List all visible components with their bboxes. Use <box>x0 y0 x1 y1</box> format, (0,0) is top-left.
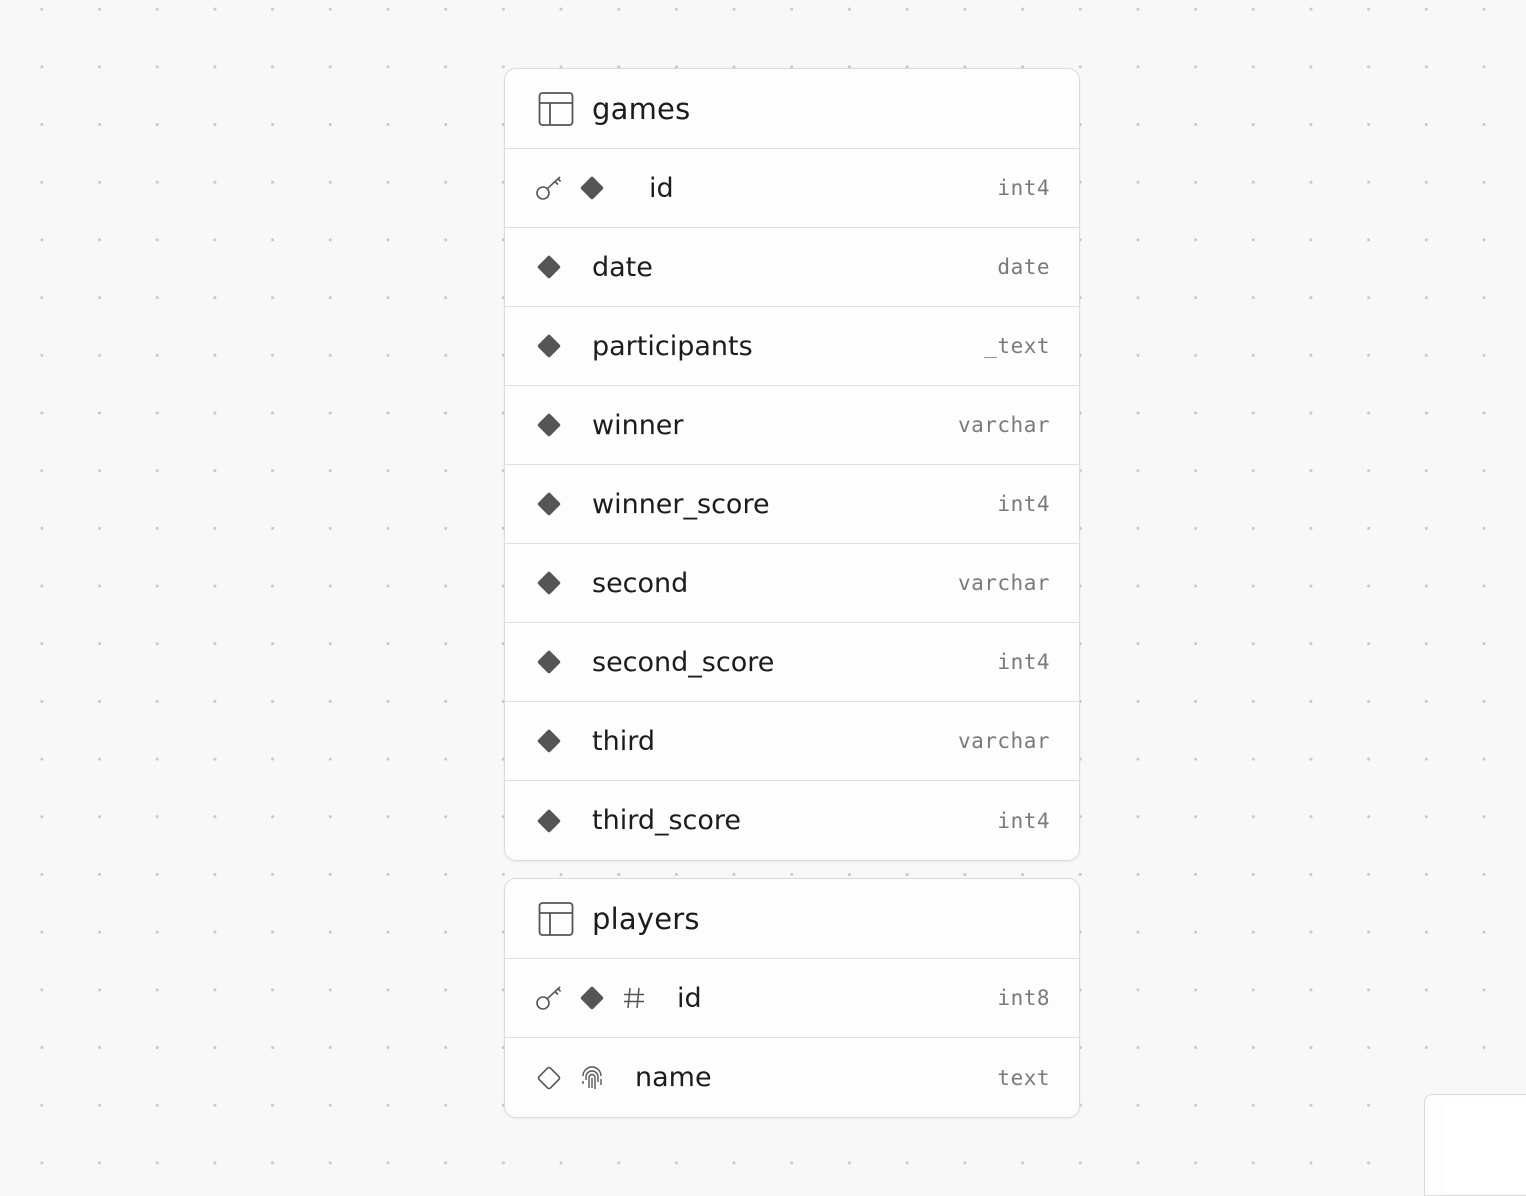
column-type: int8 <box>997 986 1050 1010</box>
table-header-games[interactable]: games <box>505 69 1079 149</box>
key-icon <box>536 986 562 1010</box>
fingerprint-icon <box>582 1065 602 1089</box>
table-name: players <box>592 901 700 936</box>
minimap-panel[interactable] <box>1424 1094 1526 1196</box>
column-name: winner <box>592 409 684 441</box>
column-type: date <box>997 255 1050 279</box>
column-type: varchar <box>957 413 1050 437</box>
table-card-games[interactable]: games id int4 date date participants _te… <box>504 68 1080 861</box>
filled-diamond-icon <box>537 413 561 437</box>
column-row-second-score[interactable]: second_score int4 <box>505 623 1079 702</box>
column-type: int4 <box>997 650 1050 674</box>
column-name: second <box>592 567 689 599</box>
column-type: _text <box>984 334 1050 358</box>
column-type: int4 <box>997 492 1050 516</box>
column-row-id[interactable]: id int8 <box>505 959 1079 1038</box>
table-header-players[interactable]: players <box>505 879 1079 959</box>
column-type: int4 <box>997 808 1050 833</box>
outline-diamond-icon <box>537 1066 561 1089</box>
column-row-winner[interactable]: winner varchar <box>505 386 1079 465</box>
column-name: participants <box>592 330 753 362</box>
column-type: varchar <box>957 729 1050 753</box>
column-type: int4 <box>997 176 1050 200</box>
column-row-id[interactable]: id int4 <box>505 149 1079 228</box>
filled-diamond-icon <box>537 729 561 753</box>
column-name: third <box>592 725 655 757</box>
filled-diamond-icon <box>580 176 604 200</box>
filled-diamond-icon <box>537 650 561 674</box>
filled-diamond-icon <box>537 571 561 595</box>
minimap-viewport <box>1445 1105 1526 1195</box>
column-name: winner_score <box>592 488 770 520</box>
key-icon <box>536 176 562 200</box>
filled-diamond-icon <box>537 255 561 279</box>
column-name: third_score <box>592 805 742 836</box>
table-card-players[interactable]: players id int8 name text <box>504 878 1080 1118</box>
column-row-winner-score[interactable]: winner_score int4 <box>505 465 1079 544</box>
column-name: id <box>677 982 702 1014</box>
column-row-third-score[interactable]: third_score int4 <box>505 781 1079 860</box>
table-name: games <box>592 91 691 126</box>
table-icon <box>538 901 574 936</box>
column-row-participants[interactable]: participants _text <box>505 307 1079 386</box>
column-name: second_score <box>592 646 775 678</box>
column-type: varchar <box>957 571 1050 595</box>
column-name: name <box>635 1062 712 1093</box>
filled-diamond-icon <box>537 492 561 516</box>
filled-diamond-icon <box>537 334 561 358</box>
column-row-second[interactable]: second varchar <box>505 544 1079 623</box>
column-row-date[interactable]: date date <box>505 228 1079 307</box>
column-row-name[interactable]: name text <box>505 1038 1079 1117</box>
column-name: date <box>592 251 653 283</box>
column-name: id <box>649 172 674 204</box>
filled-diamond-icon <box>580 986 604 1010</box>
column-row-third[interactable]: third varchar <box>505 702 1079 781</box>
table-icon <box>538 91 574 126</box>
hash-icon <box>624 987 644 1009</box>
filled-diamond-icon <box>537 809 561 832</box>
column-type: text <box>997 1065 1050 1090</box>
